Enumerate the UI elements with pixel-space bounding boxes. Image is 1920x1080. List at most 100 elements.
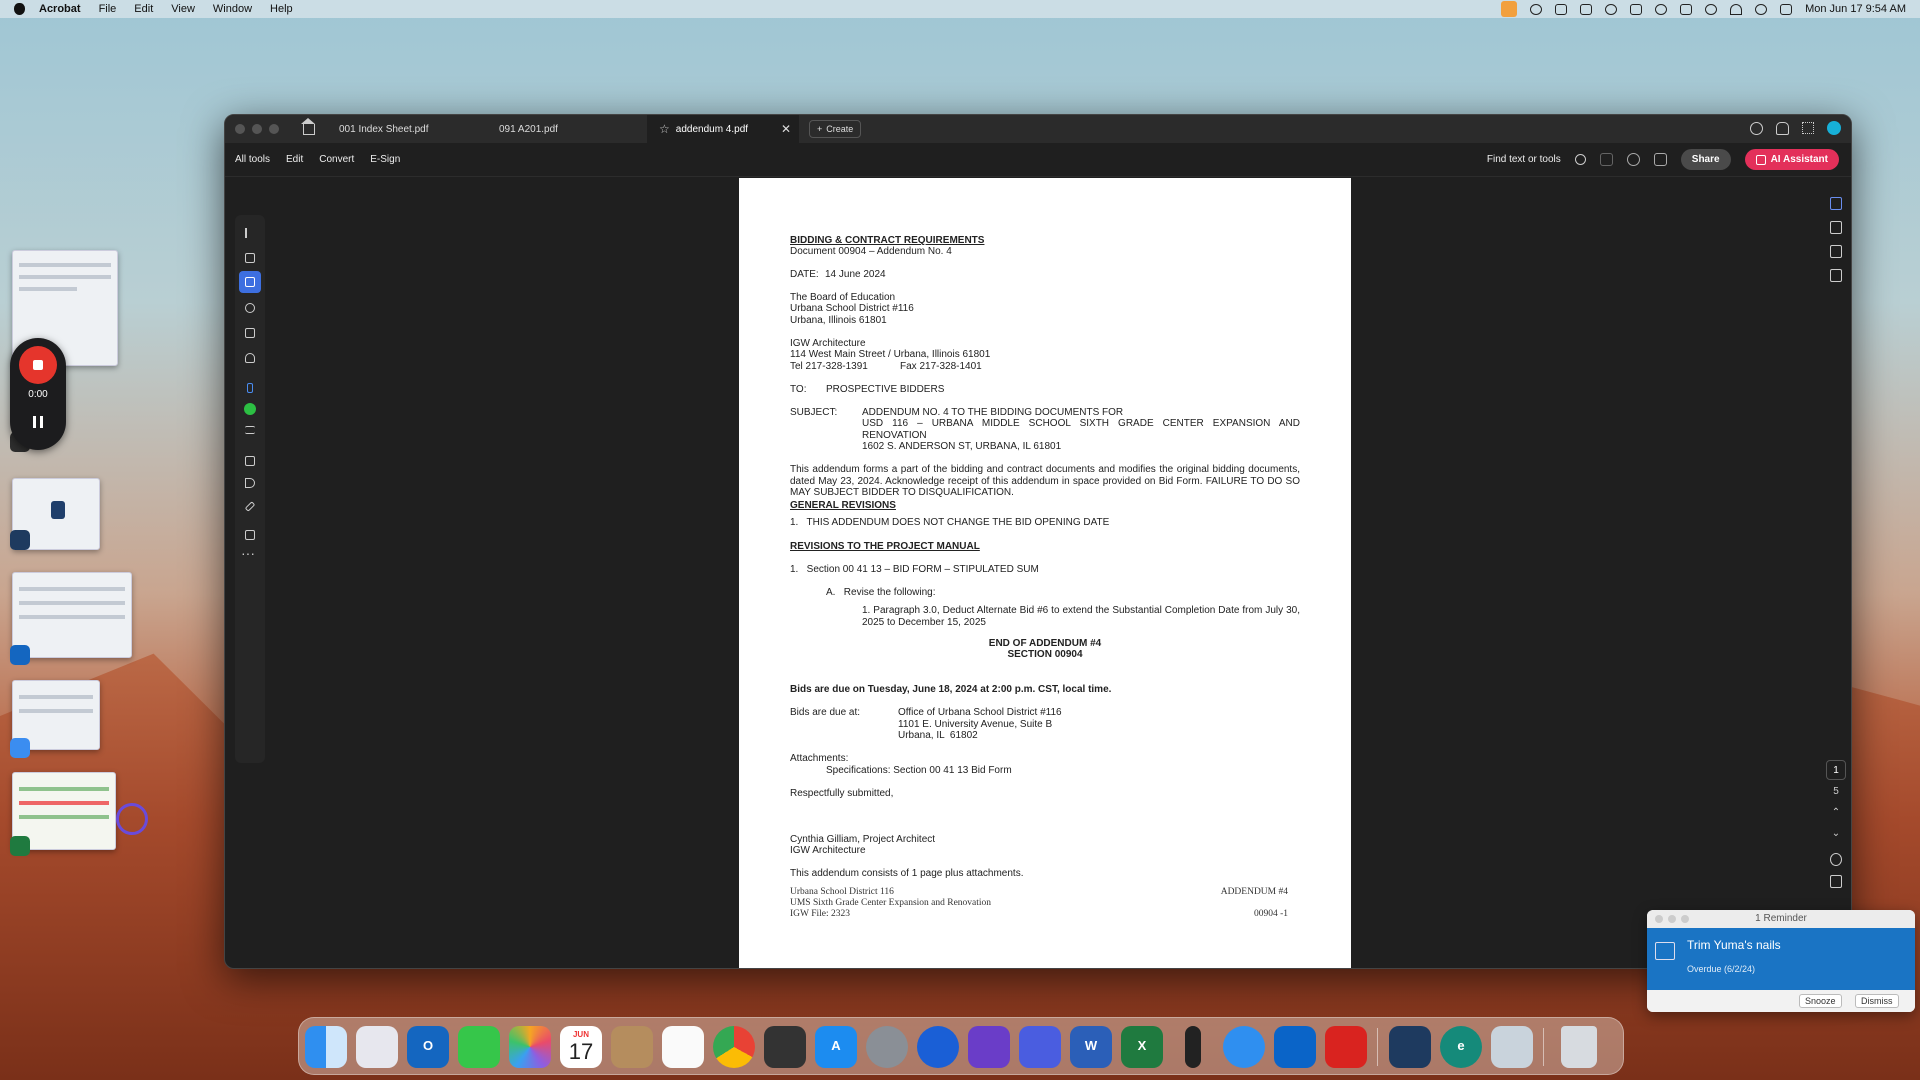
creative-cloud-icon[interactable] [1605,3,1618,15]
trash-icon[interactable] [1561,1026,1597,1068]
comments-panel-icon[interactable] [1830,221,1842,234]
star-icon[interactable]: ☆ [659,122,670,136]
menu-help[interactable]: Help [270,3,293,15]
system-settings-icon[interactable] [866,1026,908,1068]
color-picker-green[interactable] [244,403,256,415]
contacts-icon[interactable] [611,1026,653,1068]
safari-icon[interactable] [1223,1026,1265,1068]
cloud-icon[interactable] [1555,3,1568,15]
pin-tool-button[interactable] [242,380,258,396]
measure-tool-button[interactable] [242,498,258,514]
help-icon[interactable] [1750,121,1763,135]
page-thumbnail-icon[interactable] [1830,875,1842,888]
notifications-bell-icon[interactable] [1776,121,1789,135]
user-avatar[interactable] [1827,121,1841,135]
control-center-icon[interactable] [1780,3,1793,15]
reminder-notification[interactable]: 1 Reminder Trim Yuma's nails Overdue (6/… [1647,910,1915,1012]
print-icon[interactable] [1653,153,1667,166]
signature-tool-button[interactable] [242,350,258,366]
dismiss-button[interactable]: Dismiss [1855,994,1899,1008]
text-box-tool-button[interactable] [242,325,258,341]
excel-icon[interactable]: X [1121,1026,1163,1068]
esign-menu[interactable]: E-Sign [370,154,400,165]
reminder-zoom-button[interactable] [1681,915,1689,923]
spotlight-search-icon[interactable] [1755,3,1768,15]
find-text-or-tools[interactable]: Find text or tools [1487,154,1561,165]
all-tools-menu[interactable]: All tools [235,154,270,165]
page-tool-button[interactable] [242,527,258,543]
apple-icon[interactable] [14,3,25,15]
rotate-icon[interactable] [1830,853,1842,866]
onedrive-icon[interactable] [1274,1026,1316,1068]
document-tool-button[interactable] [242,453,258,469]
reminder-close-button[interactable] [1655,915,1663,923]
close-window-button[interactable] [235,124,245,134]
stop-recording-button[interactable] [19,346,57,384]
photos-icon[interactable] [509,1026,551,1068]
menu-app-name[interactable]: Acrobat [39,3,81,15]
tab-a201[interactable]: 091 A201.pdf [487,115,647,143]
stage-thumbnail-document[interactable] [12,572,132,658]
menu-window[interactable]: Window [213,3,252,15]
search-icon[interactable] [1574,154,1586,165]
calendar-icon[interactable]: JUN 17 [560,1026,602,1068]
edge-e-icon[interactable]: e [1440,1026,1482,1068]
lasso-tool-button[interactable] [242,300,258,316]
tab-index-sheet[interactable]: 001 Index Sheet.pdf [327,115,487,143]
save-icon[interactable] [1599,153,1613,166]
chrome-icon[interactable] [713,1026,755,1068]
select-tool-button[interactable] [242,225,258,241]
screen-recorder-icon[interactable] [968,1026,1010,1068]
share-arrow-button[interactable] [242,475,258,491]
home-icon[interactable] [301,117,315,135]
calculator-icon[interactable] [764,1026,806,1068]
create-button[interactable]: + Create [809,120,862,138]
preview-icon[interactable] [1491,1026,1533,1068]
outlook-icon[interactable]: O [407,1026,449,1068]
edit-menu[interactable]: Edit [286,154,303,165]
page-down-icon[interactable]: ⌄ [1826,828,1846,839]
line-width-button[interactable] [242,423,258,439]
edit-page-icon[interactable] [1830,197,1842,210]
status-box-icon[interactable] [1630,3,1643,15]
page-up-icon[interactable]: ⌃ [1826,807,1846,818]
more-tools-icon[interactable]: ··· [241,545,255,561]
status-gear-icon[interactable] [1530,3,1543,15]
highlight-pen-tool-button[interactable] [239,271,261,293]
microphone-icon[interactable] [1501,1,1518,17]
time-machine-icon[interactable] [1705,3,1718,15]
snooze-button[interactable]: Snooze [1799,994,1842,1008]
comment-tool-button[interactable] [242,250,258,266]
status-circle-icon[interactable] [1655,3,1668,15]
bitwarden-icon[interactable] [1389,1026,1431,1068]
messages-icon[interactable] [458,1026,500,1068]
wifi-icon[interactable] [1730,3,1743,15]
onepassword-icon[interactable] [917,1026,959,1068]
pages-panel-icon[interactable] [1830,269,1842,282]
upload-cloud-icon[interactable] [1626,153,1640,166]
current-page-number[interactable]: 1 [1826,760,1846,780]
menu-clock[interactable]: Mon Jun 17 9:54 AM [1805,3,1906,15]
terminal-icon[interactable] [1185,1026,1201,1068]
bitwarden-status-icon[interactable] [1680,3,1693,15]
bookmarks-panel-icon[interactable] [1830,245,1842,258]
reminders-icon[interactable] [662,1026,704,1068]
finder-icon[interactable] [305,1026,347,1068]
apps-grid-icon[interactable] [1802,122,1814,134]
word-icon[interactable]: W [1070,1026,1112,1068]
menu-edit[interactable]: Edit [134,3,153,15]
reminder-minimize-button[interactable] [1668,915,1676,923]
tab-addendum-4[interactable]: ☆ addendum 4.pdf ✕ [647,115,799,143]
minimize-window-button[interactable] [252,124,262,134]
display-icon[interactable] [1580,3,1593,15]
share-button[interactable]: Share [1680,149,1731,170]
perplexity-icon[interactable] [1019,1026,1061,1068]
close-tab-icon[interactable]: ✕ [781,122,791,136]
launchpad-icon[interactable] [356,1026,398,1068]
ai-assistant-button[interactable]: AI Assistant [1744,149,1839,170]
pause-icon[interactable] [33,416,43,428]
app-store-icon[interactable]: A [815,1026,857,1068]
acrobat-icon[interactable] [1325,1026,1367,1068]
menu-file[interactable]: File [99,3,117,15]
menu-view[interactable]: View [171,3,195,15]
